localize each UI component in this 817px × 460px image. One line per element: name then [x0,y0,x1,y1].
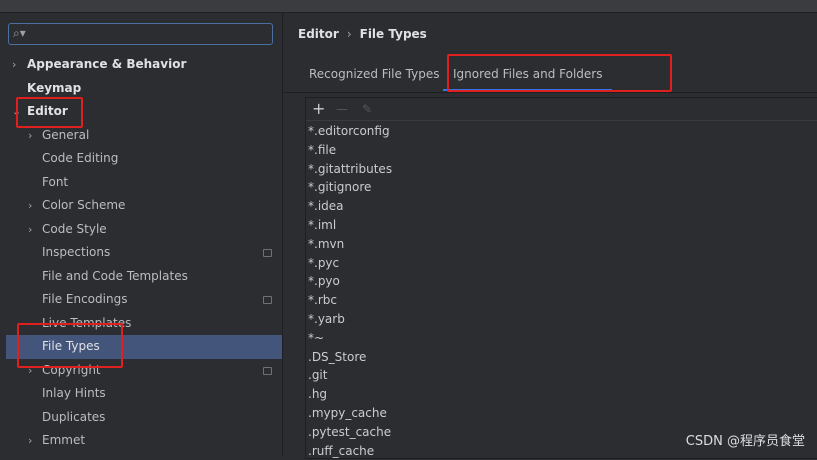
tab-divider [283,92,817,93]
tree-item-label: File Encodings [42,292,128,306]
chevron-right-icon[interactable]: › [28,194,32,217]
tree-item-label: Code Style [42,221,107,236]
tree-item-file-types[interactable]: File Types [6,335,282,359]
chevron-right-icon[interactable]: › [12,53,16,76]
tree-item-inspections[interactable]: Inspections [0,241,282,265]
list-item[interactable]: *.yarb [308,310,392,329]
list-item[interactable]: *.rbc [308,291,392,310]
breadcrumb: Editor › File Types [298,27,427,41]
tree-item-file-code-templates[interactable]: File and Code Templates [0,265,282,289]
list-item[interactable]: .ruff_cache [308,442,392,460]
chevron-right-icon[interactable]: › [28,218,32,241]
tree-item-label: Inlay Hints [42,386,106,400]
list-item[interactable]: *~ [308,329,392,348]
tree-item-label: Duplicates [42,409,106,424]
tree-item-label: Emmet [42,433,86,447]
tree-item-label: File and Code Templates [42,268,188,283]
tab-ignored-files-folders[interactable]: Ignored Files and Folders [442,67,613,91]
watermark: CSDN @程序员食堂 [685,434,805,449]
chevron-right-icon[interactable]: › [28,124,32,147]
search-icon: ⌕▾ [13,26,26,40]
settings-content: Editor › File Types Recognized File Types … [283,13,817,459]
window-top-bar [0,0,817,13]
list-toolbar: + — ✎ [306,98,817,121]
list-item[interactable]: *.gitignore [308,178,392,197]
tree-item-inlay-hints[interactable]: Inlay Hints [0,382,282,406]
chevron-right-icon[interactable]: › [28,429,32,452]
tree-item-keymap[interactable]: Keymap [0,77,282,101]
tree-item-color-scheme[interactable]: › Color Scheme [0,194,282,218]
breadcrumb-separator: › [346,27,352,41]
list-item[interactable]: *.editorconfig [308,122,392,141]
tree-item-appearance[interactable]: › Appearance & Behavior [0,53,282,77]
tree-item-label: Font [42,174,69,189]
add-icon[interactable]: + [312,98,325,120]
tree-item-label: Color Scheme [42,198,126,212]
list-item[interactable]: .DS_Store [308,348,392,367]
tree-item-emmet[interactable]: › Emmet [0,429,282,453]
breadcrumb-root[interactable]: Editor [298,27,339,41]
tree-item-code-style[interactable]: › Code Style [0,218,282,242]
breadcrumb-current: File Types [359,27,427,41]
list-item[interactable]: .hg [308,385,392,404]
list-item[interactable]: *.gitattributes [308,160,392,179]
project-scope-icon [263,296,272,304]
chevron-down-icon[interactable]: ⌄ [12,100,21,123]
project-scope-icon [263,366,272,375]
list-item[interactable]: *.mvn [308,235,392,254]
tree-item-label: Editor [27,104,68,118]
remove-icon[interactable]: — [336,98,348,120]
list-item[interactable]: .git [308,366,392,385]
tree-item-label: Keymap [27,80,82,95]
tree-item-label: Live Templates [42,315,132,330]
list-item[interactable]: .mypy_cache [308,404,392,423]
tab-recognized-file-types[interactable]: Recognized File Types [309,67,440,81]
tree-item-label: Appearance & Behavior [27,57,187,71]
tree-item-copyright[interactable]: › Copyright [0,359,282,383]
list-item[interactable]: *.idea [308,197,392,216]
project-scope-icon [263,249,272,257]
ignored-files-list: + — ✎ *.editorconfig *.file *.gitattribute… [305,97,817,459]
list-item[interactable]: *.pyc [308,254,392,273]
list-item[interactable]: *.file [308,141,392,160]
tree-item-label: Inspections [42,245,111,259]
tree-item-code-editing[interactable]: Code Editing [0,147,282,171]
tree-item-duplicates[interactable]: Duplicates [0,406,282,430]
tree-item-label: Code Editing [42,151,119,165]
tree-item-editor[interactable]: ⌄ Editor [0,100,282,124]
tree-item-live-templates[interactable]: Live Templates [0,312,282,336]
tree-item-general[interactable]: › General [0,124,282,148]
tree-item-label: General [42,127,90,142]
settings-search-input[interactable]: ⌕▾ [8,23,273,45]
tree-item-file-encodings[interactable]: File Encodings [0,288,282,312]
list-item[interactable]: *.iml [308,216,392,235]
list-item[interactable]: .pytest_cache [308,423,392,442]
edit-icon[interactable]: ✎ [362,98,372,120]
tree-item-label: Copyright [42,362,101,377]
settings-sidebar: ⌕▾ › Appearance & Behavior Keymap ⌄ Edit… [0,13,283,457]
ignored-items: *.editorconfig *.file *.gitattributes *.git… [308,122,392,460]
tree-item-font[interactable]: Font [0,171,282,195]
tree-item-label: File Types [42,339,100,353]
settings-tree: › Appearance & Behavior Keymap ⌄ Editor … [0,53,282,453]
chevron-right-icon[interactable]: › [28,359,32,382]
list-item[interactable]: *.pyo [308,272,392,291]
